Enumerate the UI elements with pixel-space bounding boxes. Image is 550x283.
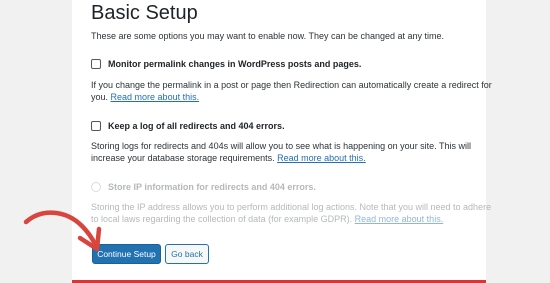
description-line: to local laws regarding the collection o…: [91, 214, 353, 224]
description-line: increase your database storage requireme…: [91, 153, 275, 163]
keep-log-checkbox[interactable]: [91, 121, 101, 131]
continue-setup-button[interactable]: Continue Setup: [92, 244, 161, 264]
option-description: Storing logs for redirects and 404s will…: [91, 140, 471, 164]
read-more-link[interactable]: Read more about this.: [111, 92, 200, 102]
page-title: Basic Setup: [91, 2, 198, 24]
go-back-button[interactable]: Go back: [165, 244, 209, 264]
option-description: Storing the IP address allows you to per…: [91, 201, 492, 225]
description-line: you.: [91, 92, 109, 102]
monitor-permalinks-checkbox[interactable]: [91, 59, 101, 69]
read-more-link[interactable]: Read more about this.: [355, 214, 444, 224]
intro-text: These are some options you may want to e…: [91, 31, 445, 41]
setup-card: Basic Setup These are some options you m…: [72, 0, 492, 283]
option-store-ip: Store IP information for redirects and 4…: [91, 181, 316, 193]
description-line: If you change the permalink in a post or…: [91, 80, 492, 90]
store-ip-checkbox: [91, 182, 101, 192]
option-description: If you change the permalink in a post or…: [91, 79, 492, 103]
description-line: Storing logs for redirects and 404s will…: [91, 141, 472, 151]
option-keep-log[interactable]: Keep a log of all redirects and 404 erro…: [91, 120, 285, 132]
description-line-wrap: to local laws regarding the collection o…: [91, 213, 471, 225]
read-more-link[interactable]: Read more about this.: [277, 153, 366, 163]
description-line: Storing the IP address allows you to per…: [91, 202, 492, 212]
option-label: Monitor permalink changes in WordPress p…: [108, 59, 362, 69]
option-monitor-permalinks[interactable]: Monitor permalink changes in WordPress p…: [91, 58, 361, 70]
description-line-wrap: you. Read more about this.: [91, 91, 471, 103]
option-label: Keep a log of all redirects and 404 erro…: [108, 121, 285, 131]
option-label: Store IP information for redirects and 4…: [108, 182, 316, 192]
description-line-wrap: increase your database storage requireme…: [91, 152, 471, 164]
